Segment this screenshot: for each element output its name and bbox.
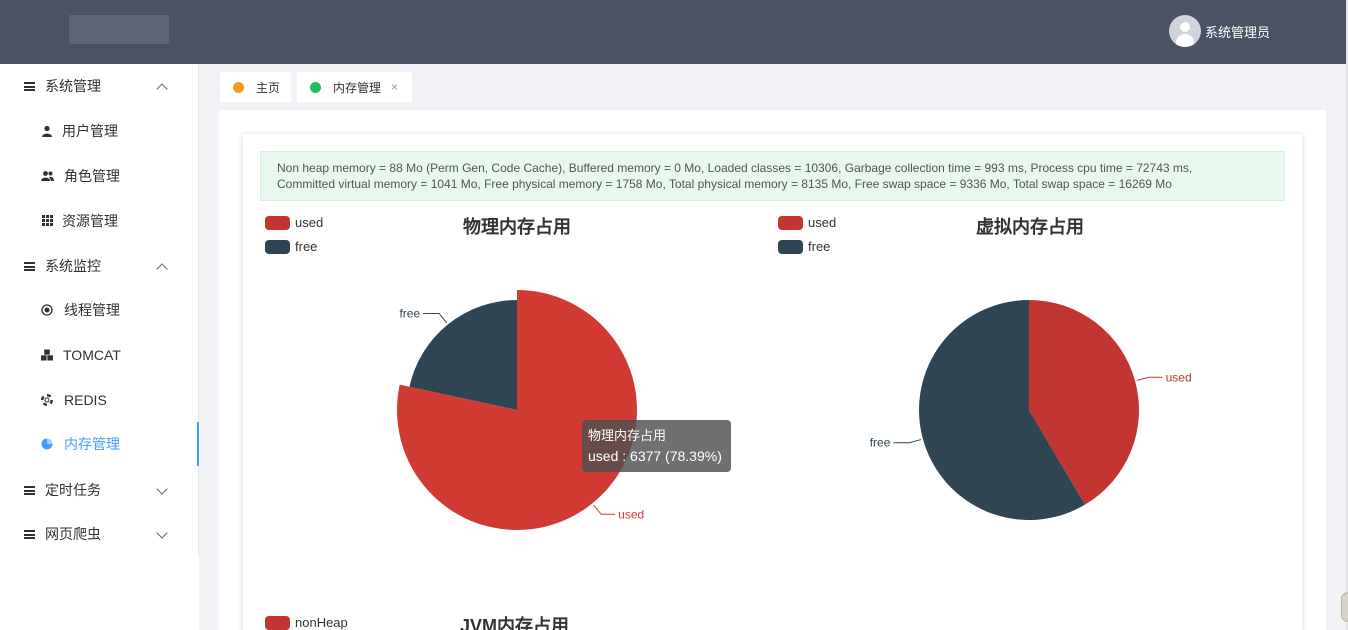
- slice-label-used: used: [1166, 370, 1192, 384]
- top-header: 系统管理员: [0, 0, 1346, 64]
- sidebar-item-label: 用户管理: [62, 123, 118, 139]
- legend-swatch: [778, 215, 803, 230]
- users-icon: [41, 170, 54, 182]
- tab-label: 内存管理: [333, 80, 382, 95]
- chart-title: JVM内存占用: [460, 616, 570, 630]
- chevron-up-icon: [156, 83, 168, 95]
- sidebar-item-label: 资源管理: [62, 213, 118, 229]
- menu-icon: [24, 486, 35, 495]
- legend-item-nonheap[interactable]: nonHeap: [265, 615, 348, 630]
- menu-group-label: 系统监控: [45, 258, 101, 274]
- chevron-down-icon: [156, 527, 168, 539]
- tab-dot: [310, 81, 321, 93]
- sidebar-item-label: TOMCAT: [63, 347, 121, 363]
- tab-memory[interactable]: 内存管理 ×: [297, 72, 412, 102]
- chart-title: 物理内存占用: [463, 217, 571, 237]
- legend-item-used[interactable]: used: [265, 215, 323, 230]
- menu-icon: [24, 82, 35, 91]
- sidebar-item-memory[interactable]: 内存管理: [0, 422, 197, 466]
- legend-label: used: [808, 215, 837, 230]
- label-line-free: [893, 439, 922, 444]
- slice-label-free: free: [870, 436, 891, 450]
- physical-memory-pie: used free: [397, 290, 644, 530]
- legend-label: nonHeap: [295, 615, 348, 630]
- virtual-memory-pie: used free: [870, 300, 1192, 520]
- info-line-2: Committed virtual memory = 1041 Mo, Free…: [277, 177, 1172, 191]
- grid-icon: [41, 215, 53, 227]
- sidebar-item-label: 线程管理: [64, 302, 120, 318]
- info-line-1: Non heap memory = 88 Mo (Perm Gen, Code …: [277, 161, 1193, 175]
- legend-label: used: [295, 215, 324, 230]
- legend-item-free[interactable]: free: [265, 239, 317, 254]
- sidebar-item-resources[interactable]: 资源管理: [0, 199, 197, 243]
- tooltip-value: used : 6377 (78.39%): [588, 448, 722, 464]
- menu-group-label: 定时任务: [45, 482, 101, 498]
- label-line-free: [423, 312, 448, 324]
- menu-group-label: 网页爬虫: [45, 526, 101, 542]
- menu-group-label: 系统管理: [45, 78, 101, 94]
- close-icon[interactable]: ×: [391, 80, 398, 94]
- sidebar-item-label: 角色管理: [64, 168, 120, 184]
- pie-icon: [41, 438, 53, 450]
- legend-item-used[interactable]: used: [778, 215, 836, 230]
- user-icon: [41, 125, 53, 137]
- legend-item-free[interactable]: free: [778, 239, 830, 254]
- sidebar-item-users[interactable]: 用户管理: [0, 109, 197, 153]
- tab-dot: [233, 81, 244, 93]
- sidebar-item-threads[interactable]: 线程管理: [0, 288, 197, 332]
- legend-swatch: [265, 239, 290, 254]
- tooltip-title: 物理内存占用: [588, 428, 667, 443]
- chart-title: 虚拟内存占用: [976, 217, 1084, 237]
- chart-tooltip: 物理内存占用 used : 6377 (78.39%): [582, 420, 731, 472]
- menu-icon: [24, 262, 35, 271]
- cubes-icon: [41, 349, 53, 361]
- sidebar-item-label: 内存管理: [64, 436, 120, 452]
- menu-group-monitor[interactable]: 系统监控: [0, 244, 199, 288]
- menu-group-crawler[interactable]: 网页爬虫: [0, 512, 199, 556]
- logo: [69, 15, 169, 44]
- tab-label: 主页: [256, 80, 281, 95]
- sidebar-item-tomcat[interactable]: TOMCAT: [0, 333, 197, 377]
- radio-icon: [41, 304, 53, 316]
- avatar[interactable]: [1168, 15, 1201, 47]
- memory-info-alert: Non heap memory = 88 Mo (Perm Gen, Code …: [260, 151, 1285, 201]
- menu-group-system[interactable]: 系统管理: [0, 64, 199, 108]
- user-menu[interactable]: 系统管理员: [1168, 15, 1270, 47]
- legend-swatch: [778, 239, 803, 254]
- sidebar-item-redis[interactable]: REDIS: [0, 378, 197, 422]
- legend-swatch: [265, 215, 290, 230]
- legend-swatch: [265, 615, 290, 630]
- menu-icon: [24, 530, 35, 539]
- tab-home[interactable]: 主页: [220, 72, 291, 102]
- floating-handle[interactable]: [1341, 592, 1348, 622]
- chevron-down-icon: [156, 483, 168, 495]
- slice-label-used: used: [618, 507, 644, 521]
- user-name[interactable]: 系统管理员: [1205, 22, 1270, 41]
- slice-label-free: free: [399, 306, 420, 320]
- chevron-up-icon: [156, 263, 168, 275]
- lifebuoy-icon: [40, 393, 54, 407]
- legend-label: free: [808, 239, 831, 254]
- menu-group-jobs[interactable]: 定时任务: [0, 468, 199, 512]
- sidebar-item-roles[interactable]: 角色管理: [0, 154, 197, 198]
- label-line-used: [593, 504, 616, 515]
- sidebar-item-label: REDIS: [64, 392, 107, 408]
- label-line-used: [1136, 376, 1163, 381]
- legend-label: free: [295, 239, 318, 254]
